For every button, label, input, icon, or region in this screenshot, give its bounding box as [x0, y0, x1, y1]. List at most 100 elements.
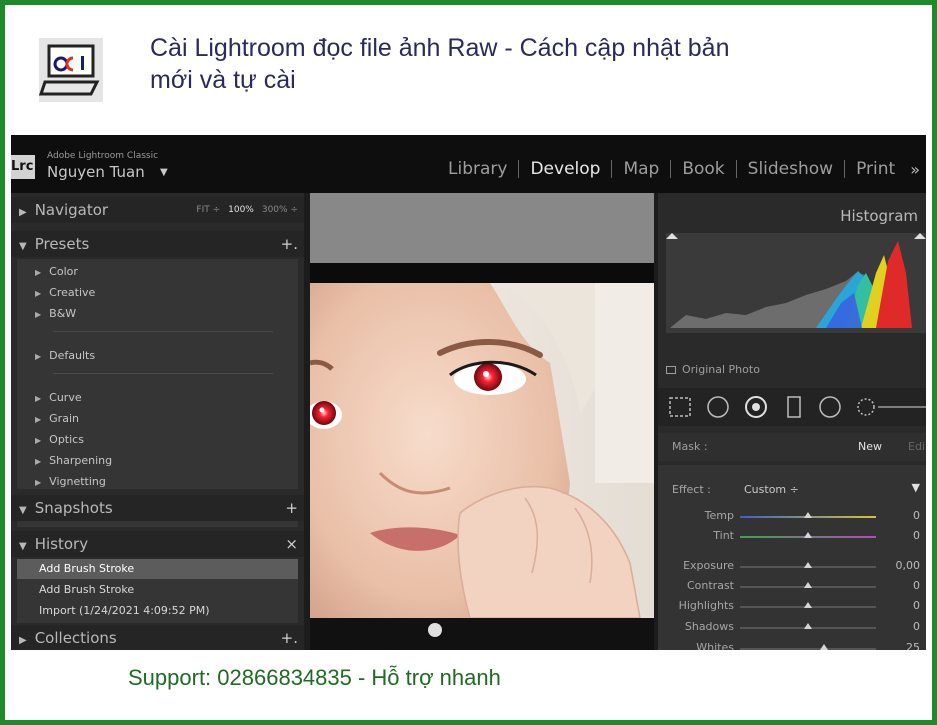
slider-exposure[interactable]: Exposure 0,00 [658, 557, 926, 575]
module-slideshow[interactable]: Slideshow [737, 160, 846, 178]
brush-icon[interactable] [857, 398, 875, 416]
original-photo-toggle[interactable]: Original Photo [666, 363, 760, 376]
more-modules-icon[interactable]: » [906, 160, 920, 179]
expand-right-icon: ▶ [35, 436, 42, 445]
add-snapshot-icon[interactable]: + [285, 495, 298, 521]
slider-highlights[interactable]: Highlights 0 [658, 597, 926, 615]
collapse-panel-icon[interactable]: ▼ [912, 481, 920, 494]
user-name[interactable]: Nguyen Tuan [47, 163, 145, 181]
mask-label: Mask : [672, 440, 708, 453]
portrait-photo[interactable] [310, 283, 654, 618]
zoom-fit[interactable]: FIT ÷ [196, 205, 220, 215]
collections-label: Collections [34, 629, 117, 647]
slider-contrast[interactable]: Contrast 0 [658, 577, 926, 595]
navigator-label: Navigator [34, 201, 109, 219]
module-map[interactable]: Map [612, 160, 672, 178]
mask-edit-button[interactable]: Edit [908, 440, 926, 453]
mask-new-button[interactable]: New [858, 440, 882, 453]
preset-group[interactable]: ▶ Curve [35, 391, 82, 404]
preset-group[interactable]: ▶ Sharpening [35, 454, 112, 467]
slider-shadows[interactable]: Shadows 0 [658, 618, 926, 636]
slider-track[interactable] [740, 532, 876, 538]
divider [53, 373, 273, 374]
effect-select[interactable]: Custom ÷ [744, 483, 799, 496]
slider-value[interactable]: 0 [913, 529, 920, 542]
effect-label: Effect : [672, 483, 711, 496]
history-item[interactable]: Import (1/24/2021 4:09:52 PM) [17, 601, 298, 621]
slider-value[interactable]: 0 [913, 509, 920, 522]
clear-history-icon[interactable]: × [285, 531, 298, 557]
canvas-border-bottom [310, 618, 654, 650]
slider-temp[interactable]: Temp 0 [658, 507, 926, 525]
history-header[interactable]: ▼ History × [11, 531, 304, 557]
collections-header[interactable]: ▶ Collections +. [11, 625, 304, 650]
navigator-zoom: FIT ÷ 100% 300% ÷ [196, 197, 298, 223]
left-panel: ▶ Navigator FIT ÷ 100% 300% ÷ ▼ Presets +. ▶… [11, 193, 304, 650]
slider-thumb[interactable] [804, 532, 812, 538]
snapshots-header[interactable]: ▼ Snapshots + [11, 495, 304, 521]
module-print[interactable]: Print [845, 160, 906, 178]
slider-track[interactable] [740, 512, 876, 518]
graduated-filter-icon[interactable] [787, 396, 801, 418]
slider-thumb[interactable] [804, 602, 812, 608]
spot-removal-icon[interactable] [707, 396, 729, 418]
lightroom-window: Lrc Adobe Lightroom Classic Nguyen Tuan … [11, 135, 926, 650]
expand-down-icon: ▼ [19, 241, 27, 252]
divider [53, 331, 273, 332]
preset-group[interactable]: ▶ Defaults [35, 349, 95, 362]
slider-track[interactable] [740, 582, 876, 588]
expand-down-icon: ▼ [19, 541, 27, 552]
page-title: Cài Lightroom đọc file ảnh Raw - Cách cậ… [150, 34, 730, 94]
slider-value[interactable]: 0,00 [896, 559, 921, 572]
history-item[interactable]: Add Brush Stroke [17, 559, 298, 579]
zoom-300[interactable]: 300% ÷ [262, 205, 298, 215]
slider-track[interactable] [740, 562, 876, 568]
filmstrip-toggle-icon[interactable] [428, 623, 442, 637]
user-dropdown-icon[interactable]: ▼ [160, 167, 168, 178]
slider-thumb[interactable] [804, 562, 812, 568]
preset-group[interactable]: ▶ Optics [35, 433, 84, 446]
crop-icon[interactable] [669, 397, 691, 417]
module-library[interactable]: Library [437, 160, 520, 178]
page-frame: Cài Lightroom đọc file ảnh Raw - Cách cậ… [5, 5, 932, 720]
snapshots-label: Snapshots [34, 499, 113, 517]
slider-track[interactable] [740, 602, 876, 608]
preset-group[interactable]: ▶ Grain [35, 412, 79, 425]
slider-tint[interactable]: Tint 0 [658, 527, 926, 545]
slider-thumb[interactable] [804, 582, 812, 588]
slider-value[interactable]: 0 [913, 599, 920, 612]
presets-header[interactable]: ▼ Presets +. [11, 231, 304, 257]
radial-filter-icon[interactable] [819, 396, 841, 418]
slider-value[interactable]: 0 [913, 620, 920, 633]
preset-group[interactable]: ▶ Color [35, 265, 78, 278]
module-develop[interactable]: Develop [519, 160, 613, 178]
presets-label: Presets [34, 235, 90, 253]
slider-thumb[interactable] [820, 644, 829, 650]
slider-whites[interactable]: Whites 25 [658, 639, 926, 650]
preset-group[interactable]: ▶ Vignetting [35, 475, 106, 488]
add-preset-icon[interactable]: +. [281, 231, 298, 257]
navigator-header[interactable]: ▶ Navigator FIT ÷ 100% 300% ÷ [11, 197, 304, 223]
slider-track[interactable] [740, 644, 876, 650]
image-canvas[interactable] [310, 193, 654, 650]
add-collection-icon[interactable]: +. [281, 625, 298, 650]
slider-value[interactable]: 0 [913, 579, 920, 592]
module-picker: Library Develop Map Book Slideshow Print… [437, 157, 920, 181]
adjustment-panel: Effect : Custom ÷ ▼ Temp 0 Tint 0 Exposure 0,… [658, 465, 926, 650]
preset-group[interactable]: ▶ B&W [35, 307, 76, 320]
slider-track[interactable] [740, 623, 876, 629]
history-item[interactable]: Add Brush Stroke [17, 580, 298, 600]
support-line: Support: 02866834835 - Hỗ trợ nhanh [128, 665, 501, 690]
lrc-badge: Lrc [11, 155, 35, 179]
histogram[interactable] [666, 233, 926, 333]
preset-group[interactable]: ▶ Creative [35, 286, 95, 299]
slider-thumb[interactable] [804, 623, 812, 629]
histogram-label[interactable]: Histogram [840, 207, 918, 225]
zoom-100[interactable]: 100% [228, 205, 254, 215]
slider-thumb[interactable] [804, 512, 812, 518]
canvas-border-top [310, 263, 654, 283]
module-book[interactable]: Book [671, 160, 737, 178]
slider-value[interactable]: 25 [906, 641, 920, 650]
expand-right-icon: ▶ [35, 415, 42, 424]
slider-label: Temp [704, 509, 734, 522]
